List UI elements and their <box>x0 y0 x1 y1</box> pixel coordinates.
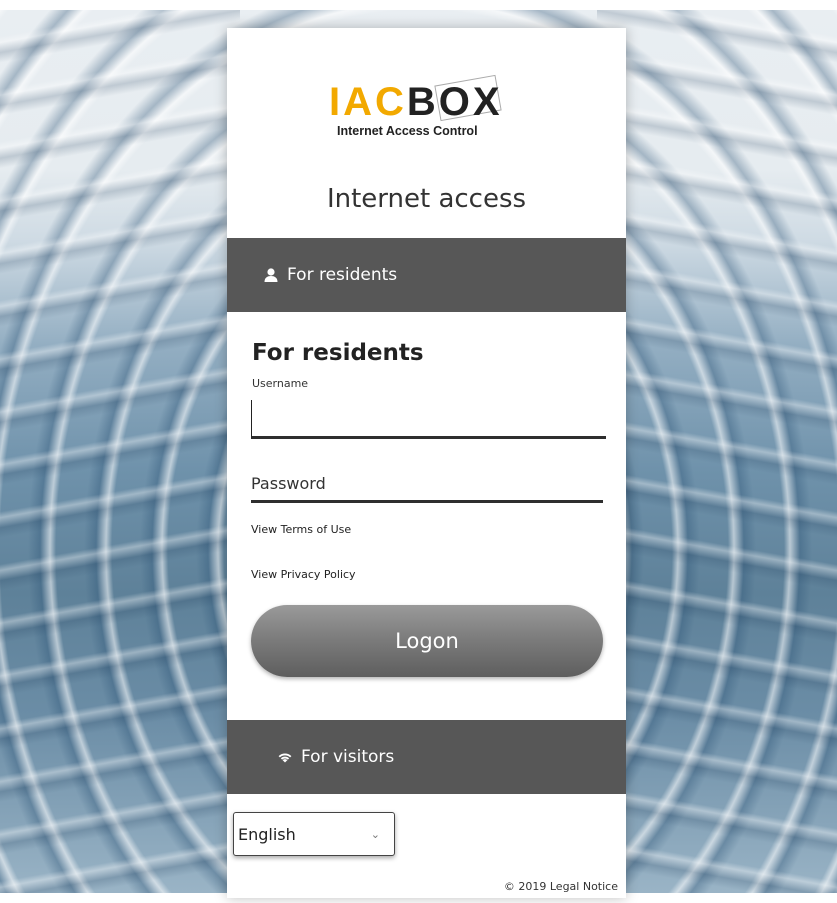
password-input[interactable] <box>251 468 603 503</box>
logo-wordmark: IACBOX <box>329 80 503 124</box>
login-card: IACBOX Internet Access Control Internet … <box>227 28 626 898</box>
username-label: Username <box>252 377 309 390</box>
form-heading: For residents <box>252 340 424 366</box>
footer: © 2019 Legal Notice <box>504 880 618 893</box>
language-select[interactable]: English ⌄ <box>233 812 395 856</box>
iacbox-logo: IACBOX Internet Access Control <box>329 74 529 150</box>
language-selected-value: English <box>238 824 296 844</box>
tab-residents[interactable]: For residents <box>227 238 626 312</box>
wifi-icon <box>278 753 292 763</box>
logo-word-box: BOX <box>406 80 503 124</box>
background-ripples-right <box>597 10 837 893</box>
legal-notice-link[interactable]: Legal Notice <box>550 880 618 893</box>
logon-button[interactable]: Logon <box>251 605 603 677</box>
privacy-policy-link[interactable]: View Privacy Policy <box>251 568 356 581</box>
tab-residents-label: For residents <box>287 265 398 285</box>
page-title: Internet access <box>326 184 527 214</box>
logo-subtitle: Internet Access Control <box>337 124 478 138</box>
background-ripples-left <box>0 10 240 893</box>
tab-visitors-label: For visitors <box>301 747 395 767</box>
logo-word-iac: IAC <box>329 80 407 124</box>
username-input[interactable] <box>251 400 606 439</box>
user-icon <box>264 268 278 282</box>
chevron-down-icon: ⌄ <box>370 827 380 841</box>
copyright-text: © 2019 <box>503 880 547 893</box>
tab-visitors[interactable]: For visitors <box>227 720 626 794</box>
terms-of-use-link[interactable]: View Terms of Use <box>251 523 351 536</box>
